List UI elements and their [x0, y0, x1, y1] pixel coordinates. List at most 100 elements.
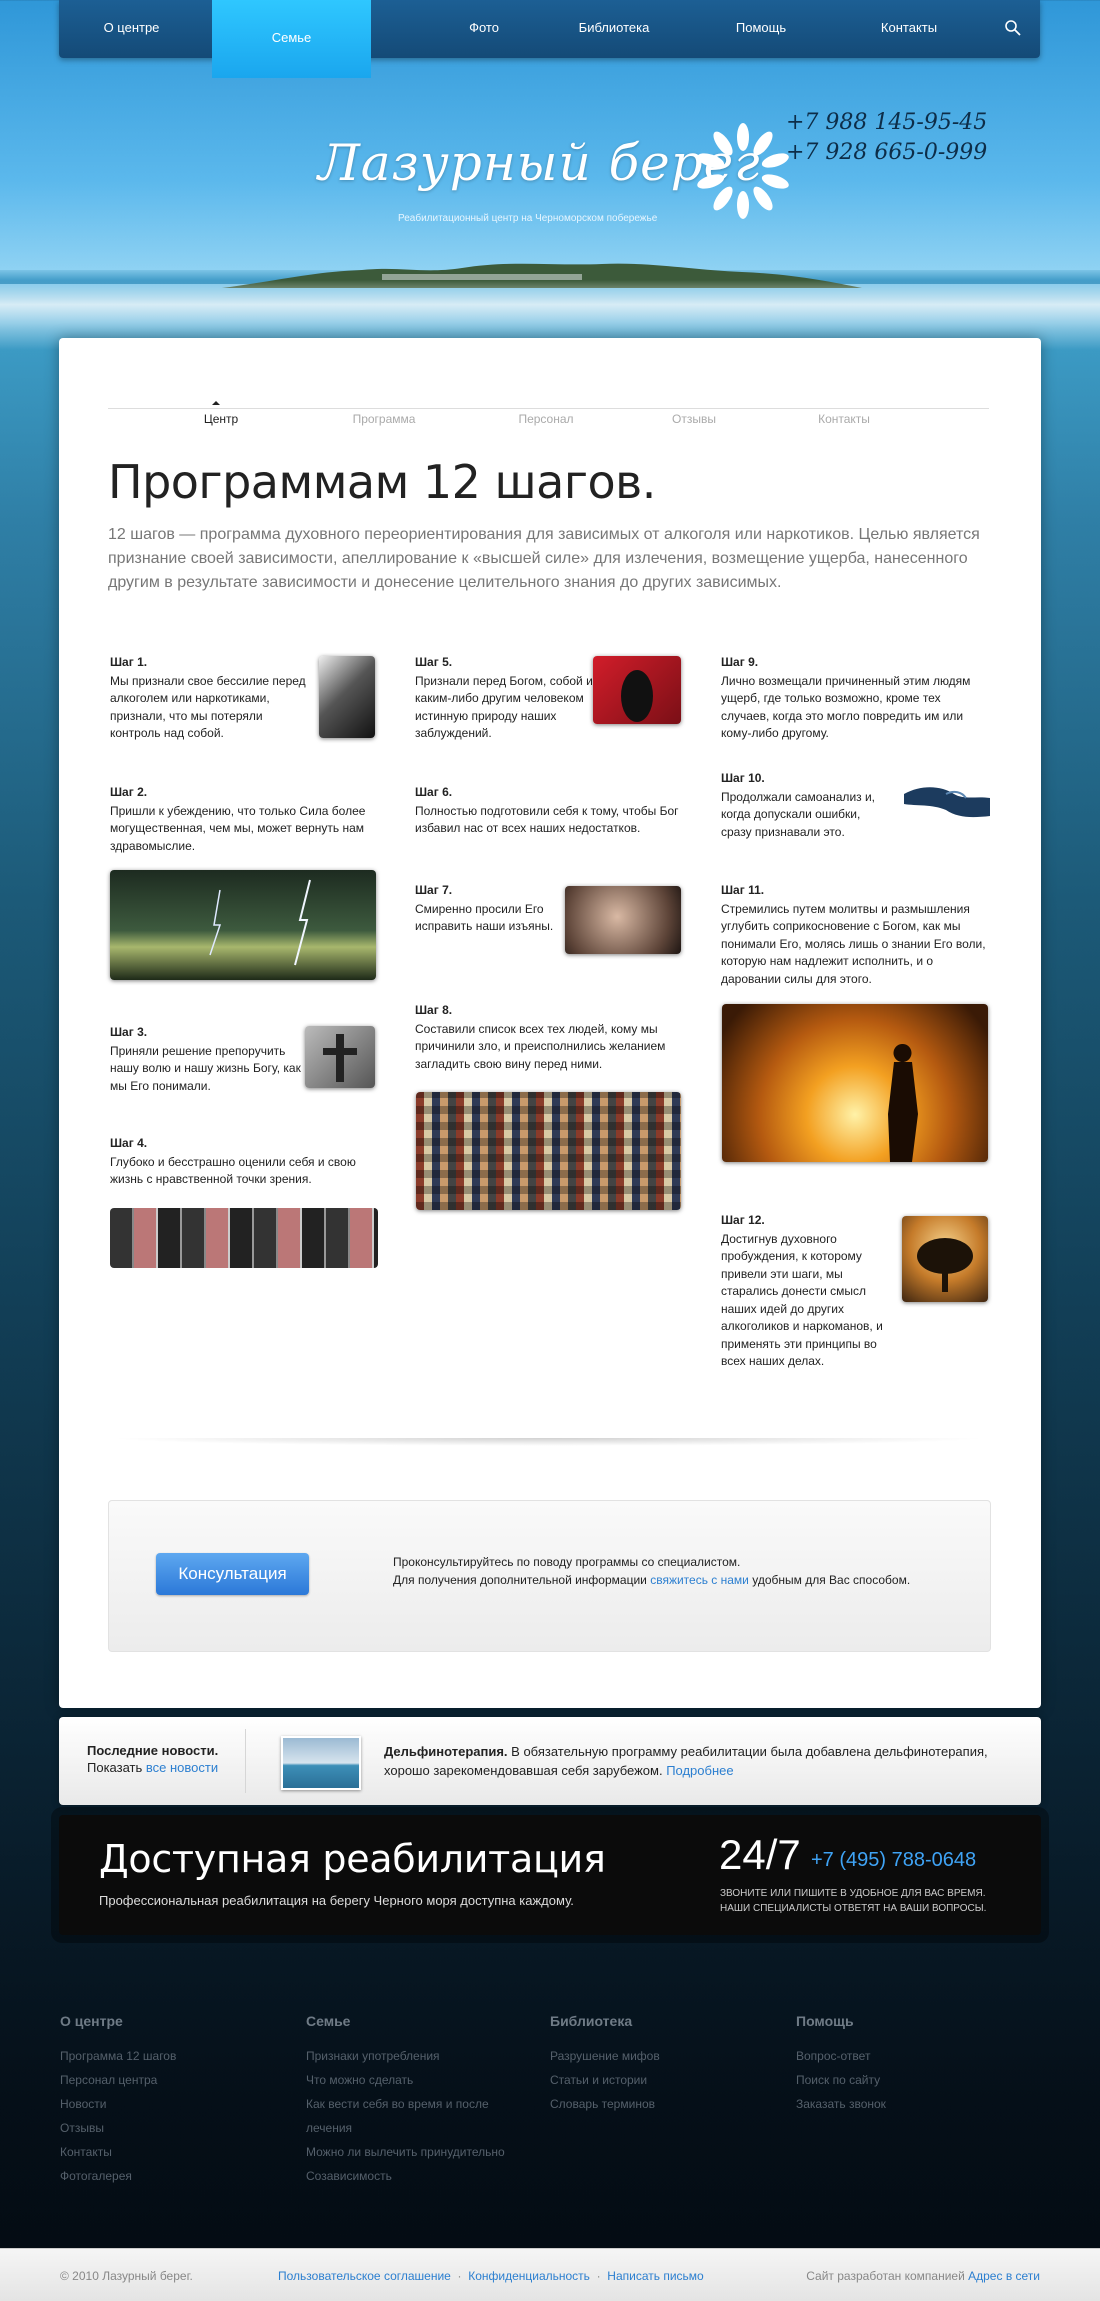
- main-content-card: Центр Программа Персонал Отзывы Контакты…: [59, 338, 1041, 1708]
- search-icon[interactable]: [1004, 19, 1022, 37]
- developer-credit: Сайт разработан компанией Адрес в сети: [806, 2269, 1040, 2283]
- read-more-link[interactable]: Подробнее: [666, 1763, 733, 1778]
- footer-link[interactable]: Отзывы: [60, 2116, 176, 2140]
- step-text: Лично возмещали причиненный этим людям у…: [721, 673, 971, 741]
- step-3: Шаг 3. Приняли решение препоручить нашу …: [110, 1024, 305, 1095]
- step-11: Шаг 11. Стремились путем молитвы и размы…: [721, 882, 996, 988]
- news-heading-block: Последние новости. Показать все новости: [87, 1742, 218, 1776]
- news-item-title: Дельфинотерапия.: [384, 1744, 508, 1759]
- active-tab-marker: [212, 401, 220, 405]
- nav-item-library[interactable]: Библиотека: [549, 0, 679, 58]
- banner-phone[interactable]: +7 (495) 788-0648: [811, 1849, 976, 1872]
- tab-staff[interactable]: Персонал: [486, 412, 606, 426]
- content-divider: [108, 1438, 989, 1446]
- developer-link[interactable]: Адрес в сети: [968, 2269, 1040, 2283]
- step-11-sunset-image: [722, 1004, 988, 1162]
- news-show-line: Показать все новости: [87, 1759, 218, 1776]
- nav-item-family[interactable]: Семье: [212, 0, 371, 78]
- contact-us-link[interactable]: свяжитесь с нами: [650, 1573, 749, 1587]
- footer-link[interactable]: Созависимость: [306, 2164, 505, 2188]
- tab-program[interactable]: Программа: [324, 412, 444, 426]
- footer-link[interactable]: Можно ли вылечить принудительно: [306, 2140, 505, 2164]
- lightning-icon: [209, 879, 311, 966]
- consultation-button[interactable]: Консультация: [156, 1553, 309, 1595]
- footer-link[interactable]: Поиск по сайту: [796, 2068, 886, 2092]
- footer-link[interactable]: Контакты: [60, 2140, 176, 2164]
- all-news-link[interactable]: все новости: [146, 1760, 218, 1775]
- step-text: Глубоко и бесстрашно оценили себя и свою…: [110, 1154, 356, 1187]
- cross-icon: [323, 1034, 357, 1082]
- step-number: Шаг 11.: [721, 883, 765, 897]
- consultation-line-1: Проконсультируйтесь по поводу программы …: [393, 1555, 741, 1569]
- step-text: Смиренно просили Его исправить наши изъя…: [415, 901, 554, 934]
- hours-label: 24/7: [719, 1831, 801, 1878]
- step-8: Шаг 8. Составили список всех тех людей, …: [415, 1002, 685, 1073]
- footer-link[interactable]: Статьи и истории: [550, 2068, 660, 2092]
- step-text: Признали перед Богом, собой и каким-либо…: [415, 673, 593, 741]
- step-4: Шаг 4. Глубоко и бесстрашно оценили себя…: [110, 1135, 380, 1189]
- footer-column-title[interactable]: Семье: [306, 2013, 505, 2029]
- footer-link[interactable]: Программа 12 шагов: [60, 2044, 176, 2068]
- write-letter-link[interactable]: Написать письмо: [607, 2269, 703, 2283]
- tab-contacts[interactable]: Контакты: [784, 412, 904, 426]
- news-bar: Последние новости. Показать все новости …: [59, 1717, 1041, 1805]
- footer-bottom-bar: © 2010 Лазурный берег. Пользовательское …: [0, 2248, 1100, 2301]
- dolphin-news-image[interactable]: [281, 1736, 361, 1790]
- footer-link[interactable]: Заказать звонок: [796, 2092, 886, 2116]
- footer-link[interactable]: лечения: [306, 2116, 505, 2140]
- footer-link[interactable]: Вопрос-ответ: [796, 2044, 886, 2068]
- news-show-text: Показать: [87, 1760, 146, 1775]
- footer-column-title[interactable]: О центре: [60, 2013, 176, 2029]
- developer-text: Сайт разработан компанией: [806, 2269, 969, 2283]
- step-number: Шаг 7.: [415, 883, 453, 897]
- tab-reviews[interactable]: Отзывы: [634, 412, 754, 426]
- footer-link[interactable]: Как вести себя во время и после: [306, 2092, 505, 2116]
- phone-2: +7 928 665-0-999: [786, 140, 988, 165]
- terms-link[interactable]: Пользовательское соглашение: [278, 2269, 451, 2283]
- consultation-line-2-tail: удобным для Вас способом.: [748, 1573, 911, 1587]
- footer-link[interactable]: Новости: [60, 2092, 176, 2116]
- banner-subtitle: Профессиональная реабилитация на берегу …: [99, 1893, 574, 1908]
- section-tabs: Центр Программа Персонал Отзывы Контакты: [108, 374, 989, 426]
- footer-link[interactable]: Разрушение мифов: [550, 2044, 660, 2068]
- step-text: Продолжали самоанализ и, когда допускали…: [721, 789, 876, 839]
- footer-column-title[interactable]: Помощь: [796, 2013, 886, 2029]
- step-number: Шаг 1.: [110, 655, 148, 669]
- step-5-image: [593, 656, 681, 724]
- step-number: Шаг 4.: [110, 1136, 148, 1150]
- nav-item-about[interactable]: О центре: [59, 0, 204, 58]
- tab-center[interactable]: Центр: [161, 412, 281, 426]
- nav-item-help[interactable]: Помощь: [706, 0, 816, 58]
- step-1-image: [319, 656, 375, 738]
- privacy-link[interactable]: Конфиденциальность: [468, 2269, 590, 2283]
- sun-logo-icon: [697, 123, 789, 219]
- step-1: Шаг 1. Мы признали свое бессилие перед а…: [110, 654, 315, 743]
- footer-link[interactable]: Признаки употребления: [306, 2044, 505, 2068]
- top-nav: О центре Семье Фото Библиотека Помощь Ко…: [59, 0, 1040, 78]
- step-3-cross-image: [305, 1026, 375, 1088]
- consultation-text: Проконсультируйтесь по поводу программы …: [393, 1553, 910, 1589]
- step-text: Полностью подготовили себя к тому, чтобы…: [415, 803, 679, 836]
- footer-link[interactable]: Словарь терминов: [550, 2092, 660, 2116]
- step-4-faces-collage: [110, 1208, 378, 1268]
- person-silhouette-icon: [888, 1044, 918, 1162]
- step-text: Стремились путем молитвы и размышления у…: [721, 901, 986, 986]
- step-2: Шаг 2. Пришли к убеждению, что только Си…: [110, 784, 380, 855]
- tree-icon: [917, 1238, 973, 1292]
- footer-column-family: Семье Признаки употребления Что можно сд…: [306, 2013, 505, 2188]
- step-text: Приняли решение препоручить нашу волю и …: [110, 1043, 301, 1093]
- footer-link[interactable]: Персонал центра: [60, 2068, 176, 2092]
- nav-item-photo[interactable]: Фото: [439, 0, 529, 58]
- footer-link[interactable]: Фотогалерея: [60, 2164, 176, 2188]
- step-2-storm-image: [110, 870, 376, 980]
- step-7-praying-image: [565, 886, 681, 954]
- header-phones: +7 988 145-95-45 +7 928 665-0-999: [786, 108, 987, 168]
- nav-item-contacts[interactable]: Контакты: [854, 0, 964, 58]
- step-number: Шаг 12.: [721, 1213, 765, 1227]
- step-9: Шаг 9. Лично возмещали причиненный этим …: [721, 654, 986, 743]
- step-number: Шаг 5.: [415, 655, 453, 669]
- footer-column-title[interactable]: Библиотека: [550, 2013, 660, 2029]
- step-10-hands-icon: [904, 787, 990, 818]
- footer-link[interactable]: Что можно сделать: [306, 2068, 505, 2092]
- banner-title: Доступная реабилитация: [99, 1837, 606, 1881]
